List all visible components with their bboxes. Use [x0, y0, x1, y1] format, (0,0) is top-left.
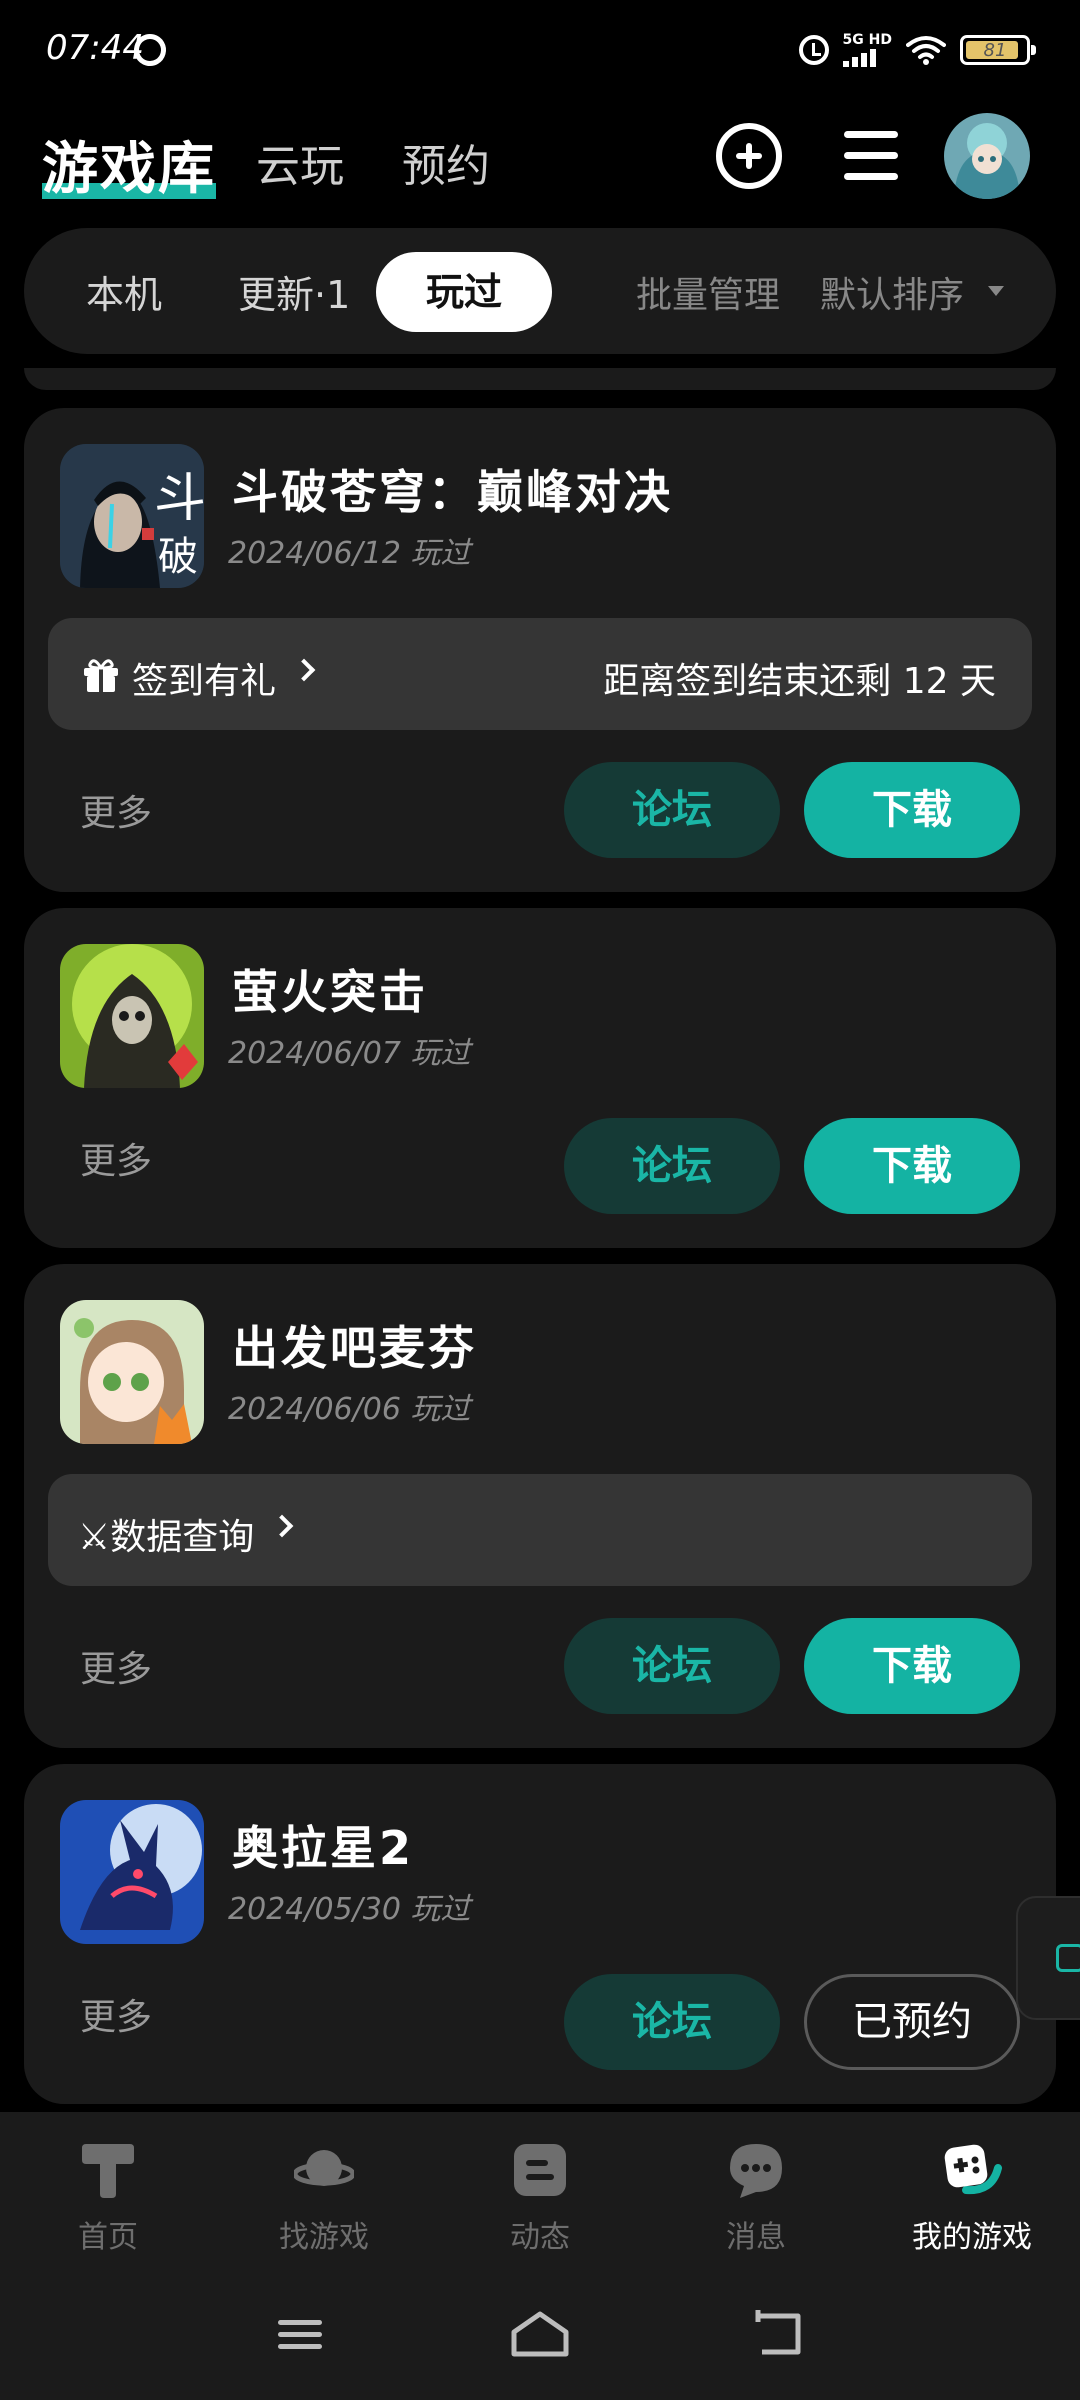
sort-dropdown[interactable]: 默认排序: [820, 266, 964, 318]
planet-icon: [294, 2150, 354, 2186]
game-card: 出发吧麦芬 2024/06/06 玩过 ⚔数据查询 更多 论坛 下载: [24, 1264, 1056, 1748]
previous-card-edge: [24, 368, 1056, 390]
nav-home[interactable]: 首页: [0, 2112, 216, 2264]
game-title[interactable]: 奥拉星2: [232, 1812, 414, 1878]
nav-find-games[interactable]: 找游戏: [216, 2112, 432, 2264]
nav-my-games-label: 我的游戏: [912, 2220, 1032, 2255]
gamepad-icon: [944, 2144, 1002, 2195]
download-button[interactable]: 下载: [804, 1618, 1020, 1714]
avatar[interactable]: [944, 113, 1030, 199]
chevron-right-icon: [270, 1514, 294, 1538]
alarm-icon: [798, 35, 829, 65]
data-query-banner[interactable]: ⚔数据查询: [48, 1474, 1032, 1586]
game-title[interactable]: 斗破苍穹：巅峰对决: [232, 456, 673, 522]
nav-feed[interactable]: 动态: [432, 2112, 648, 2264]
screen: 07:44 5G HD 81 游戏库 云玩 预约 本机 更新·1 玩过 批量管理…: [0, 0, 1080, 2400]
filter-bar: 本机 更新·1 玩过 批量管理 默认排序: [24, 228, 1056, 354]
add-icon[interactable]: [716, 123, 782, 189]
chat-bubble-icon: [730, 2144, 782, 2198]
data-query-label: ⚔数据查询: [78, 1517, 255, 1558]
batch-manage-button[interactable]: 批量管理: [636, 266, 780, 318]
nav-my-games[interactable]: 我的游戏: [864, 2112, 1080, 2264]
played-date: 2024/06/12 玩过: [228, 536, 471, 571]
system-nav-bar: [0, 2264, 1080, 2400]
forum-button[interactable]: 论坛: [564, 1618, 780, 1714]
checkin-label: 签到有礼: [132, 661, 277, 702]
game-title[interactable]: 萤火突击: [232, 956, 428, 1022]
forum-button[interactable]: 论坛: [564, 1974, 780, 2070]
forum-button[interactable]: 论坛: [564, 1118, 780, 1214]
game-card: 萤火突击 2024/06/07 玩过 更多 论坛 下载: [24, 908, 1056, 1248]
forum-button[interactable]: 论坛: [564, 762, 780, 858]
floating-download-button[interactable]: [1016, 1896, 1080, 2020]
menu-icon[interactable]: [838, 123, 904, 189]
more-link[interactable]: 更多: [80, 784, 152, 836]
download-button[interactable]: 下载: [804, 1118, 1020, 1214]
game-icon[interactable]: [60, 1300, 204, 1444]
download-button[interactable]: 下载: [804, 762, 1020, 858]
more-link[interactable]: 更多: [80, 1640, 152, 1692]
battery-icon: 81: [960, 35, 1036, 65]
tab-reservations[interactable]: 预约: [402, 130, 490, 194]
tab-game-library[interactable]: 游戏库: [42, 124, 216, 205]
played-date: 2024/06/07 玩过: [228, 1036, 471, 1071]
reserved-button[interactable]: 已预约: [804, 1974, 1020, 2070]
nav-find-games-label: 找游戏: [279, 2220, 369, 2255]
download-icon: [1056, 1944, 1080, 1972]
chevron-right-icon: [292, 658, 316, 682]
nav-home-label: 首页: [78, 2220, 138, 2255]
status-right: 5G HD 81: [798, 30, 1036, 70]
svg-text:斗: 斗: [154, 469, 204, 529]
nav-feed-label: 动态: [510, 2220, 570, 2255]
bottom-nav: 首页 找游戏 动态 消息 我的游戏: [0, 2112, 1080, 2264]
checkin-banner[interactable]: 签到有礼 距离签到结束还剩 12 天: [48, 618, 1032, 730]
game-card: 斗 破 斗破苍穹：巅峰对决 2024/06/12 玩过 签到有礼 距离签到结束还…: [24, 408, 1056, 892]
filter-updates[interactable]: 更新·1: [238, 264, 350, 319]
network-type: 5G HD: [842, 32, 892, 48]
checkin-remaining: 距离签到结束还剩 12 天: [603, 661, 996, 702]
game-icon[interactable]: 斗 破: [60, 444, 204, 588]
feed-icon: [514, 2144, 566, 2196]
signal-bars-icon: [842, 47, 876, 67]
more-link[interactable]: 更多: [80, 1988, 152, 2040]
back-icon[interactable]: [752, 2310, 806, 2358]
cellular-signal: 5G HD: [842, 32, 892, 67]
status-bar: 07:44 5G HD 81: [0, 0, 1080, 100]
chevron-down-icon: [988, 286, 1004, 296]
battery-level: 81: [983, 40, 1007, 61]
filter-local[interactable]: 本机: [86, 264, 162, 319]
more-link[interactable]: 更多: [80, 1132, 152, 1184]
tab-game-library-label: 游戏库: [42, 137, 216, 202]
filter-played[interactable]: 玩过: [376, 252, 552, 332]
game-icon[interactable]: [60, 944, 204, 1088]
game-icon[interactable]: [60, 1800, 204, 1944]
game-title[interactable]: 出发吧麦芬: [232, 1312, 477, 1378]
home-icon: [82, 2144, 134, 2198]
top-header: 游戏库 云玩 预约: [0, 110, 1080, 210]
played-date: 2024/05/30 玩过: [228, 1892, 471, 1927]
played-date: 2024/06/06 玩过: [228, 1392, 471, 1427]
nav-messages-label: 消息: [726, 2220, 786, 2255]
gift-icon: [84, 659, 118, 692]
wifi-icon: [906, 36, 946, 65]
status-time: 07:44: [46, 28, 144, 68]
nav-messages[interactable]: 消息: [648, 2112, 864, 2264]
home-system-icon[interactable]: [510, 2310, 570, 2358]
svg-text:破: 破: [158, 534, 198, 580]
tab-cloud-play[interactable]: 云玩: [256, 130, 344, 194]
game-card: 奥拉星2 2024/05/30 玩过 更多 论坛 已预约: [24, 1764, 1056, 2104]
